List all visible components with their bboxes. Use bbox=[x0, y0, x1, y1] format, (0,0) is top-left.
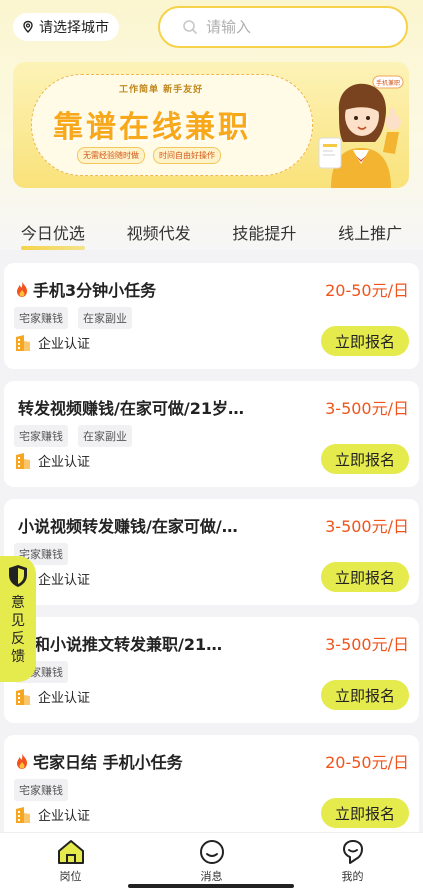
company-verification: 企业认证 bbox=[14, 451, 90, 470]
job-title: 宅家日结 手机小任务 bbox=[14, 749, 183, 773]
search-input[interactable] bbox=[206, 18, 376, 36]
company-building-icon bbox=[16, 806, 30, 823]
company-label: 企业认证 bbox=[38, 573, 91, 588]
nav-item-messages[interactable]: 消息 bbox=[172, 833, 252, 884]
figure-badge: 手机兼职 bbox=[376, 79, 400, 87]
nav-label: 岗位 bbox=[59, 870, 82, 883]
company-label: 企业认证 bbox=[38, 455, 91, 470]
home-icon bbox=[57, 840, 84, 864]
banner-title: 靠谱在线兼职 bbox=[53, 110, 251, 145]
job-tags: 宅家赚钱 在家副业 bbox=[14, 425, 132, 447]
job-tag: 在家副业 bbox=[78, 307, 132, 329]
job-card[interactable]: 转发视频赚钱/在家可做/21岁… 3-500元/日 宅家赚钱 在家副业 企业认证… bbox=[4, 381, 419, 487]
job-tag: 在家副业 bbox=[78, 425, 132, 447]
category-tabs: 今日优选 视频代发 技能提升 线上推广 bbox=[0, 210, 423, 254]
banner-tag: 无需经验随时做 bbox=[77, 147, 145, 164]
company-verification: 企业认证 bbox=[14, 333, 90, 352]
job-title-text: 宅家日结 手机小任务 bbox=[33, 753, 183, 772]
apply-button[interactable]: 立即报名 bbox=[321, 680, 409, 710]
search-box[interactable] bbox=[158, 6, 408, 48]
banner-subtitle: 工作简单 新手友好 bbox=[119, 85, 204, 95]
job-tag: 宅家赚钱 bbox=[14, 425, 68, 447]
job-title: 转发视频赚钱/在家可做/21岁… bbox=[18, 395, 244, 419]
nav-label: 消息 bbox=[200, 870, 223, 883]
company-label: 企业认证 bbox=[38, 337, 91, 352]
city-selector-label: 请选择城市 bbox=[39, 20, 109, 36]
job-salary: 3-500元/日 bbox=[325, 399, 409, 418]
feedback-char: 意 bbox=[11, 595, 25, 611]
location-pin-icon bbox=[23, 20, 33, 33]
header: 请选择城市 bbox=[0, 0, 423, 56]
nav-item-jobs[interactable]: 岗位 bbox=[31, 833, 111, 884]
banner-tag: 时间自由好操作 bbox=[153, 147, 221, 164]
job-card[interactable]: 小说视频转发赚钱/在家可做/… 3-500元/日 宅家赚钱 企业认证 立即报名 bbox=[4, 499, 419, 605]
nav-label: 我的 bbox=[341, 870, 364, 883]
feedback-button[interactable]: 意 见 反 馈 bbox=[0, 556, 36, 682]
job-title-text: 手机3分钟小任务 bbox=[33, 281, 157, 300]
job-salary: 3-500元/日 bbox=[325, 635, 409, 654]
job-card[interactable]: 频和小说推文转发兼职/21… 3-500元/日 宅家赚钱 企业认证 立即报名 bbox=[4, 617, 419, 723]
message-icon bbox=[199, 840, 224, 864]
job-salary: 3-500元/日 bbox=[325, 517, 409, 536]
job-title: 频和小说推文转发兼职/21… bbox=[18, 631, 222, 655]
job-card[interactable]: 宅家日结 手机小任务 20-50元/日 宅家赚钱 企业认证 立即报名 bbox=[4, 735, 419, 841]
fire-icon bbox=[17, 281, 27, 297]
job-title-text: 转发视频赚钱/在家可做/21岁… bbox=[18, 399, 244, 418]
shield-icon bbox=[9, 565, 27, 587]
job-salary: 20-50元/日 bbox=[325, 281, 409, 300]
apply-button[interactable]: 立即报名 bbox=[321, 798, 409, 828]
job-salary: 20-50元/日 bbox=[325, 753, 409, 772]
home-indicator bbox=[128, 884, 294, 888]
company-building-icon bbox=[16, 334, 30, 351]
nav-item-profile[interactable]: 我的 bbox=[313, 833, 393, 884]
company-building-icon bbox=[16, 452, 30, 469]
job-tag: 宅家赚钱 bbox=[14, 779, 68, 801]
girl-thumbs-up-illustration: 手机兼职 bbox=[318, 75, 404, 188]
feedback-char: 见 bbox=[11, 613, 25, 629]
fire-icon bbox=[17, 753, 27, 769]
job-title: 小说视频转发赚钱/在家可做/… bbox=[18, 513, 238, 537]
promo-banner[interactable]: 工作简单 新手友好 靠谱在线兼职 无需经验随时做 时间自由好操作 手机兼职 bbox=[13, 62, 409, 188]
tab-today-picks[interactable]: 今日优选 bbox=[17, 214, 89, 250]
tab-online-promo[interactable]: 线上推广 bbox=[334, 214, 406, 250]
job-tags: 宅家赚钱 在家副业 bbox=[14, 307, 132, 329]
company-label: 企业认证 bbox=[38, 809, 91, 824]
job-title-text: 频和小说推文转发兼职/21… bbox=[18, 635, 223, 654]
company-label: 企业认证 bbox=[38, 691, 91, 706]
banner-tags: 无需经验随时做 时间自由好操作 bbox=[77, 147, 221, 164]
apply-button[interactable]: 立即报名 bbox=[321, 562, 409, 592]
job-title-text: 小说视频转发赚钱/在家可做/… bbox=[18, 517, 238, 536]
job-tag: 宅家赚钱 bbox=[14, 307, 68, 329]
apply-button[interactable]: 立即报名 bbox=[321, 326, 409, 356]
search-icon bbox=[183, 20, 197, 34]
city-selector-button[interactable]: 请选择城市 bbox=[13, 13, 119, 41]
profile-icon bbox=[342, 840, 363, 864]
job-title: 手机3分钟小任务 bbox=[14, 277, 156, 301]
feedback-char: 馈 bbox=[11, 649, 25, 665]
tab-video-repost[interactable]: 视频代发 bbox=[123, 214, 195, 250]
company-verification: 企业认证 bbox=[14, 805, 90, 824]
apply-button[interactable]: 立即报名 bbox=[321, 444, 409, 474]
tab-skill-up[interactable]: 技能提升 bbox=[228, 214, 300, 250]
job-card[interactable]: 手机3分钟小任务 20-50元/日 宅家赚钱 在家副业 企业认证 立即报名 bbox=[4, 263, 419, 369]
feedback-char: 反 bbox=[11, 631, 25, 647]
feedback-label: 意 见 反 馈 bbox=[11, 594, 25, 666]
company-building-icon bbox=[16, 688, 30, 705]
company-verification: 企业认证 bbox=[14, 687, 90, 706]
job-tags: 宅家赚钱 bbox=[14, 779, 68, 801]
bottom-nav: 岗位 消息 我的 bbox=[0, 832, 423, 890]
